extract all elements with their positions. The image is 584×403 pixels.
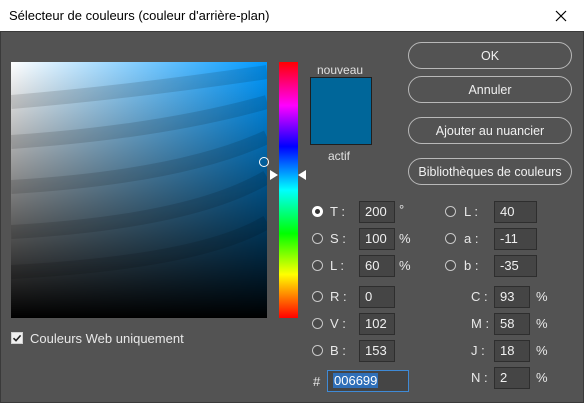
current-color-label: actif	[328, 149, 351, 163]
close-button[interactable]	[538, 0, 584, 31]
hex-value: 006699	[333, 373, 379, 388]
blue-label: B :	[330, 343, 346, 358]
green-field[interactable]: 102	[359, 313, 395, 335]
add-to-swatches-button[interactable]: Ajouter au nuancier	[408, 117, 572, 144]
blue-field[interactable]: 153	[359, 340, 395, 362]
yellow-unit: %	[536, 343, 548, 358]
web-colors-only-checkbox[interactable]	[11, 332, 23, 344]
ok-button[interactable]: OK	[408, 42, 572, 69]
lab-a-radio[interactable]	[445, 233, 456, 244]
cyan-label: C :	[471, 289, 488, 304]
close-icon	[555, 10, 567, 21]
color-field[interactable]	[11, 62, 267, 318]
lab-a-field[interactable]: -11	[494, 228, 537, 250]
yellow-label: J :	[471, 343, 485, 358]
magenta-label: M :	[471, 316, 490, 331]
hex-field[interactable]: 006699	[327, 370, 409, 392]
hue-slider-left-arrow-icon[interactable]	[270, 170, 278, 180]
lab-a-label: a :	[464, 231, 479, 246]
brightness-radio[interactable]	[312, 260, 323, 271]
cyan-unit: %	[536, 289, 548, 304]
new-color-label: nouveau	[317, 63, 364, 77]
lab-l-label: L :	[464, 204, 478, 219]
color-field-cursor[interactable]	[259, 157, 269, 167]
lab-b-radio[interactable]	[445, 260, 456, 271]
brightness-label: L :	[330, 258, 344, 273]
black-field[interactable]: 2	[494, 367, 530, 389]
lab-l-radio[interactable]	[445, 206, 456, 217]
checkmark-icon	[12, 334, 22, 342]
saturation-unit: %	[399, 231, 411, 246]
black-label: N :	[471, 370, 488, 385]
red-label: R :	[330, 289, 347, 304]
color-preview	[310, 77, 372, 145]
black-unit: %	[536, 370, 548, 385]
current-color-swatch[interactable]	[311, 111, 371, 144]
lab-b-field[interactable]: -35	[494, 255, 537, 277]
hue-field[interactable]: 200	[359, 201, 395, 223]
red-field[interactable]: 0	[359, 286, 395, 308]
brightness-field[interactable]: 60	[359, 255, 395, 277]
title-bar: Sélecteur de couleurs (couleur d'arrière…	[0, 0, 584, 32]
saturation-radio[interactable]	[312, 233, 323, 244]
yellow-field[interactable]: 18	[494, 340, 530, 362]
color-libraries-button[interactable]: Bibliothèques de couleurs	[408, 158, 572, 185]
lab-b-label: b :	[464, 258, 479, 273]
green-radio[interactable]	[312, 318, 323, 329]
magenta-field[interactable]: 58	[494, 313, 530, 335]
hue-label: T :	[330, 204, 345, 219]
hue-slider[interactable]	[279, 62, 298, 318]
lab-l-field[interactable]: 40	[494, 201, 537, 223]
red-radio[interactable]	[312, 291, 323, 302]
saturation-field[interactable]: 100	[359, 228, 395, 250]
hue-radio[interactable]	[312, 206, 323, 217]
cyan-field[interactable]: 93	[494, 286, 530, 308]
green-label: V :	[330, 316, 346, 331]
brightness-unit: %	[399, 258, 411, 273]
saturation-label: S :	[330, 231, 346, 246]
window-title: Sélecteur de couleurs (couleur d'arrière…	[9, 8, 270, 23]
hue-unit: °	[399, 202, 405, 217]
hex-label: #	[313, 374, 321, 389]
cancel-button[interactable]: Annuler	[408, 76, 572, 103]
hue-slider-right-arrow-icon[interactable]	[298, 170, 306, 180]
new-color-swatch	[311, 78, 371, 111]
blue-radio[interactable]	[312, 345, 323, 356]
magenta-unit: %	[536, 316, 548, 331]
web-colors-only-label: Couleurs Web uniquement	[30, 331, 184, 346]
